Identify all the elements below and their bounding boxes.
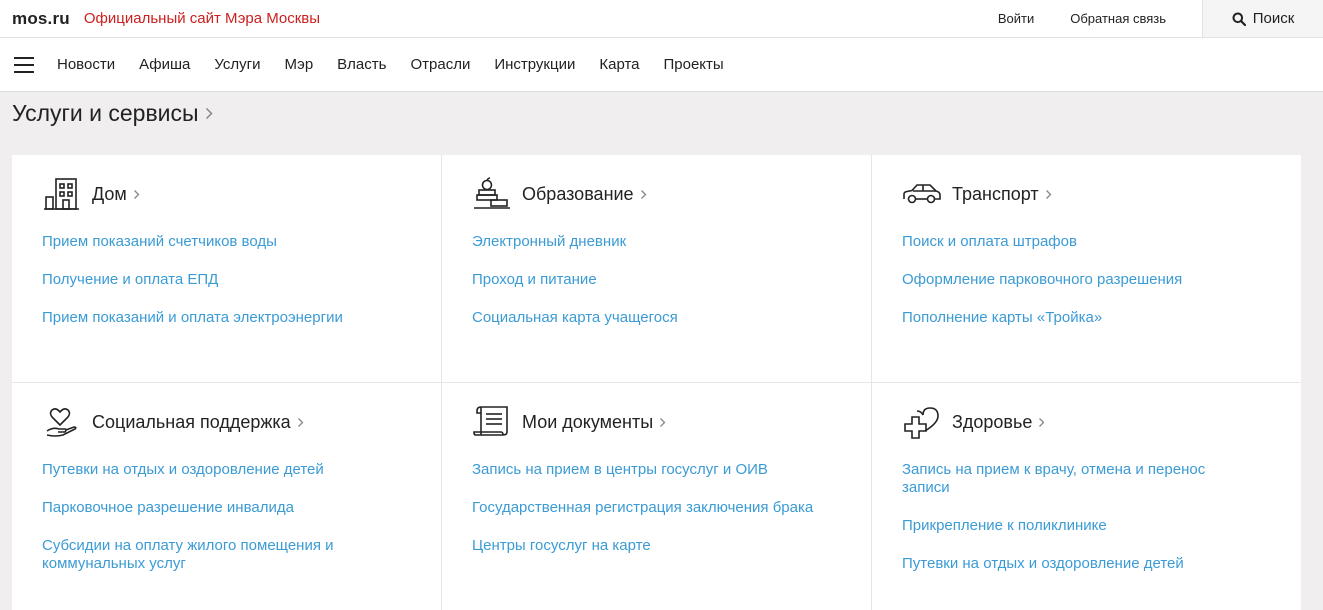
service-link[interactable]: Прием показаний счетчиков воды bbox=[42, 233, 277, 251]
card-title: Дом bbox=[92, 183, 127, 204]
card-my-documents: Мои документы Запись на прием в центры г… bbox=[442, 383, 871, 610]
card-header[interactable]: Транспорт bbox=[902, 179, 1271, 209]
service-link[interactable]: Получение и оплата ЕПД bbox=[42, 271, 218, 289]
car-icon bbox=[902, 176, 942, 212]
service-link[interactable]: Парковочное разрешение инвалида bbox=[42, 499, 294, 517]
search-button[interactable]: Поиск bbox=[1202, 0, 1323, 37]
services-grid: Дом Прием показаний счетчиков воды Получ… bbox=[12, 155, 1301, 610]
chevron-right-icon bbox=[297, 417, 304, 427]
card-header[interactable]: Здоровье bbox=[902, 404, 1271, 440]
card-health: Здоровье Запись на прием к врачу, отмена… bbox=[872, 383, 1301, 610]
search-label: Поиск bbox=[1252, 10, 1295, 27]
card-links: Запись на прием в центры госуслуг и ОИВ … bbox=[472, 461, 841, 555]
service-link[interactable]: Электронный дневник bbox=[472, 233, 626, 251]
card-header[interactable]: Мои документы bbox=[472, 404, 841, 440]
chevron-right-icon bbox=[205, 107, 213, 120]
service-link[interactable]: Прикрепление к поликлинике bbox=[902, 517, 1107, 535]
service-link[interactable]: Государственная регистрация заключения б… bbox=[472, 499, 813, 517]
education-icon bbox=[472, 176, 512, 212]
house-icon bbox=[42, 176, 82, 212]
nav-item-instructions[interactable]: Инструкции bbox=[494, 56, 575, 73]
search-icon bbox=[1232, 12, 1246, 26]
page-title: Услуги и сервисы bbox=[12, 100, 199, 126]
site-title[interactable]: Официальный сайт Мэра Москвы bbox=[84, 10, 320, 27]
nav-item-afisha[interactable]: Афиша bbox=[139, 56, 190, 73]
card-social-support: Социальная поддержка Путевки на отдых и … bbox=[12, 383, 441, 610]
service-link[interactable]: Путевки на отдых и оздоровление детей bbox=[42, 461, 324, 479]
site-logo[interactable]: mos.ru bbox=[12, 9, 70, 29]
service-link[interactable]: Запись на прием в центры госуслуг и ОИВ bbox=[472, 461, 768, 479]
document-scroll-icon bbox=[472, 404, 512, 440]
card-header[interactable]: Социальная поддержка bbox=[42, 407, 411, 437]
service-link[interactable]: Субсидии на оплату жилого помещения и ко… bbox=[42, 537, 382, 573]
card-header[interactable]: Образование bbox=[472, 176, 841, 212]
menu-icon[interactable] bbox=[14, 56, 34, 73]
nav-item-mayor[interactable]: Мэр bbox=[285, 56, 314, 73]
service-link[interactable]: Оформление парковочного разрешения bbox=[902, 271, 1182, 289]
service-link[interactable]: Пополнение карты «Тройка» bbox=[902, 309, 1102, 327]
card-links: Поиск и оплата штрафов Оформление парков… bbox=[902, 233, 1271, 327]
chevron-right-icon bbox=[660, 417, 666, 427]
nav-item-services[interactable]: Услуги bbox=[214, 56, 260, 73]
card-title: Образование bbox=[522, 183, 634, 204]
card-transport: Транспорт Поиск и оплата штрафов Оформле… bbox=[872, 155, 1301, 382]
health-cross-icon bbox=[902, 404, 942, 440]
card-home: Дом Прием показаний счетчиков воды Получ… bbox=[12, 155, 441, 382]
nav-item-news[interactable]: Новости bbox=[57, 56, 115, 73]
nav-item-industries[interactable]: Отрасли bbox=[410, 56, 470, 73]
service-link[interactable]: Поиск и оплата штрафов bbox=[902, 233, 1077, 251]
card-links: Электронный дневник Проход и питание Соц… bbox=[472, 233, 841, 327]
card-links: Запись на прием к врачу, отмена и перено… bbox=[902, 461, 1271, 573]
chevron-right-icon bbox=[640, 189, 646, 199]
heart-hand-icon bbox=[42, 404, 82, 440]
service-link[interactable]: Прием показаний и оплата электроэнергии bbox=[42, 309, 343, 327]
top-bar: mos.ru Официальный сайт Мэра Москвы Войт… bbox=[0, 0, 1323, 38]
card-links: Путевки на отдых и оздоровление детей Па… bbox=[42, 461, 411, 573]
service-link[interactable]: Запись на прием к врачу, отмена и перено… bbox=[902, 461, 1242, 497]
card-title: Мои документы bbox=[522, 411, 654, 432]
feedback-link[interactable]: Обратная связь bbox=[1070, 11, 1166, 26]
nav-item-projects[interactable]: Проекты bbox=[664, 56, 724, 73]
card-title: Здоровье bbox=[952, 411, 1033, 432]
nav-item-map[interactable]: Карта bbox=[599, 56, 639, 73]
top-right-actions: Войти Обратная связь Поиск bbox=[998, 0, 1323, 37]
card-title: Транспорт bbox=[952, 183, 1039, 204]
service-link[interactable]: Социальная карта учащегося bbox=[472, 309, 678, 327]
service-link[interactable]: Путевки на отдых и оздоровление детей bbox=[902, 555, 1184, 573]
service-link[interactable]: Центры госуслуг на карте bbox=[472, 537, 651, 555]
chevron-right-icon bbox=[1039, 417, 1045, 427]
card-education: Образование Электронный дневник Проход и… bbox=[442, 155, 871, 382]
chevron-right-icon bbox=[1045, 189, 1051, 199]
card-links: Прием показаний счетчиков воды Получение… bbox=[42, 233, 411, 327]
card-title: Социальная поддержка bbox=[92, 411, 291, 432]
page-heading[interactable]: Услуги и сервисы bbox=[12, 100, 213, 127]
chevron-right-icon bbox=[133, 189, 140, 199]
login-link[interactable]: Войти bbox=[998, 11, 1034, 26]
nav-item-government[interactable]: Власть bbox=[337, 56, 386, 73]
main-nav: Новости Афиша Услуги Мэр Власть Отрасли … bbox=[0, 38, 1323, 92]
card-header[interactable]: Дом bbox=[42, 176, 411, 212]
service-link[interactable]: Проход и питание bbox=[472, 271, 597, 289]
